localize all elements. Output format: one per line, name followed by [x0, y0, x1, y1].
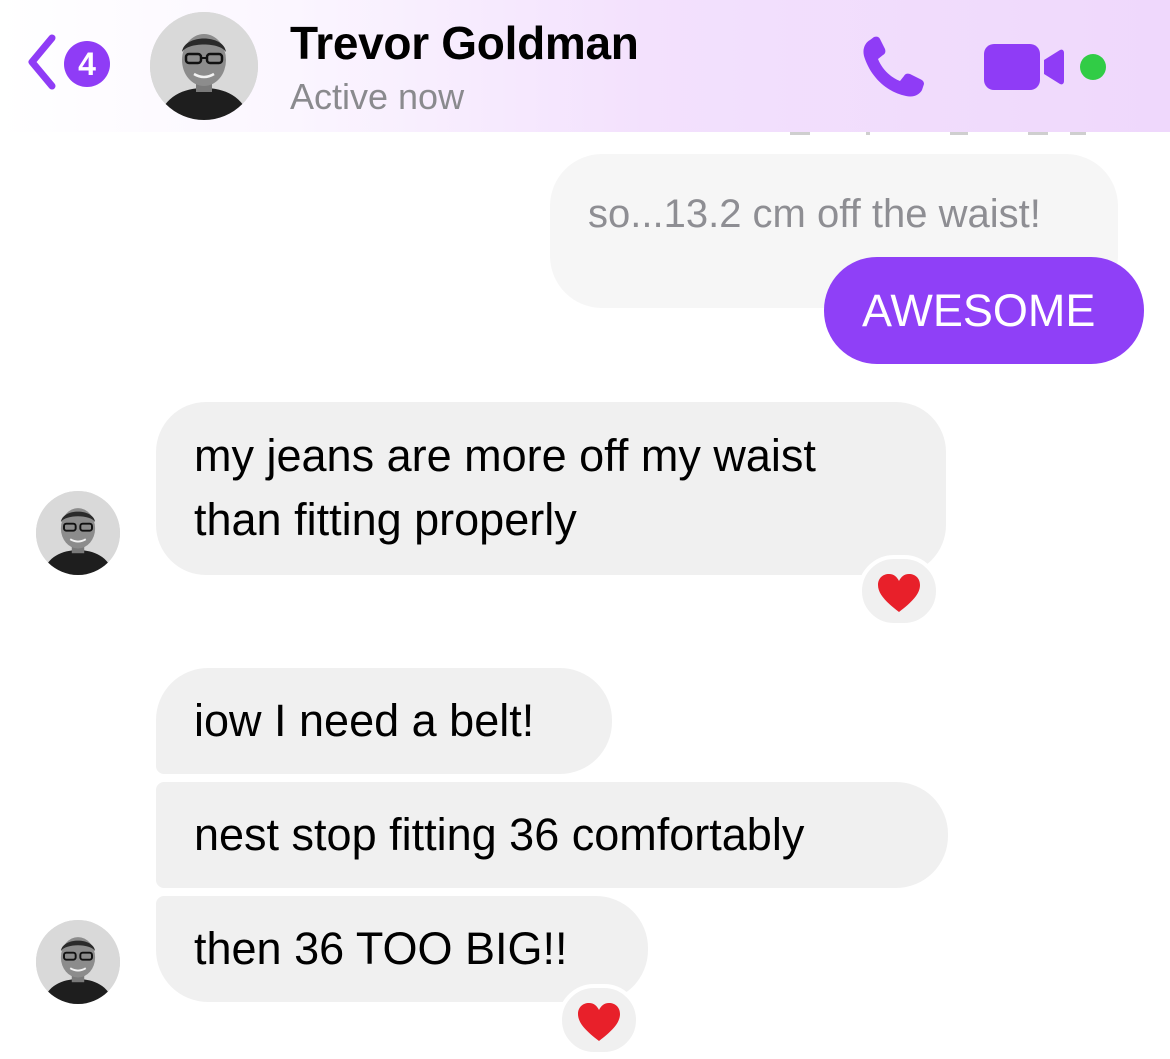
contact-name[interactable]: Trevor Goldman — [290, 16, 639, 70]
contact-avatar[interactable] — [150, 12, 258, 120]
video-camera-icon — [984, 44, 1064, 90]
message-text: nest stop fitting 36 comfortably — [194, 809, 805, 860]
audio-call-button[interactable] — [858, 34, 930, 100]
message-bubble-incoming[interactable]: then 36 TOO BIG!! — [156, 896, 648, 1002]
message-reaction[interactable] — [558, 984, 640, 1056]
message-text: iow I need a belt! — [194, 695, 535, 746]
contact-avatar-small[interactable] — [36, 920, 120, 1004]
unread-count-badge: 4 — [64, 41, 110, 87]
heart-icon — [878, 574, 920, 612]
phone-icon — [863, 36, 924, 97]
heart-icon — [578, 1003, 620, 1041]
back-button[interactable]: 4 — [24, 30, 124, 100]
message-text-line: my jeans are more off my waist — [194, 430, 816, 481]
message-text: so...13.2 cm off the waist! — [588, 192, 1041, 236]
online-status-dot — [1080, 54, 1106, 80]
message-bubble-incoming[interactable]: nest stop fitting 36 comfortably — [156, 782, 948, 888]
message-reaction[interactable] — [858, 555, 940, 627]
active-status: Active now — [290, 76, 465, 117]
message-bubble-outgoing[interactable]: AWESOME — [824, 257, 1144, 364]
chat-header: 4 Trevor Goldman Active now — [0, 0, 1170, 132]
chevron-left-icon — [28, 34, 56, 90]
contact-avatar-small[interactable] — [36, 491, 120, 575]
message-bubble-incoming[interactable]: iow I need a belt! — [156, 668, 612, 774]
message-text: then 36 TOO BIG!! — [194, 923, 568, 974]
video-call-button[interactable] — [982, 42, 1066, 92]
message-text: AWESOME — [862, 285, 1096, 336]
message-text-line: than fitting properly — [194, 494, 577, 545]
message-bubble-incoming[interactable]: my jeans are more off my waist than fitt… — [156, 402, 946, 575]
conversation-screen: 4 Trevor Goldman Active now so...13.2 cm… — [0, 0, 1170, 1059]
